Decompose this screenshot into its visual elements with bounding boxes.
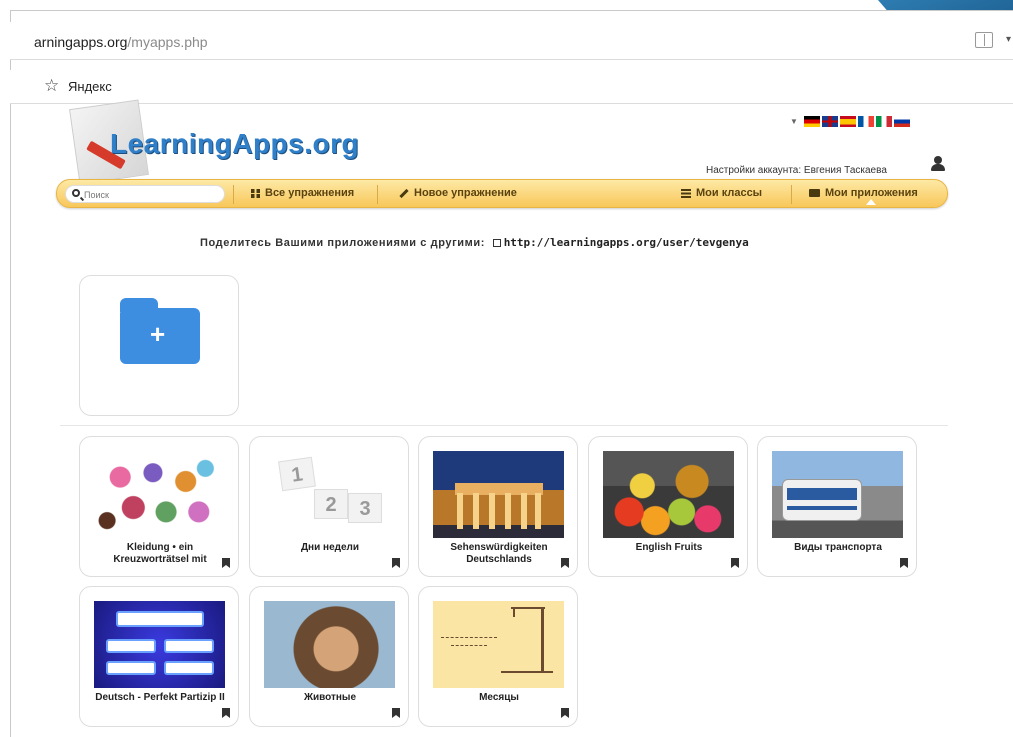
- bookmark-icon[interactable]: [392, 558, 400, 568]
- star-icon[interactable]: ☆: [44, 76, 59, 96]
- bookmark-icon[interactable]: [392, 708, 400, 718]
- nav-divider: [377, 185, 378, 204]
- app-thumbnail: [772, 451, 903, 538]
- share-url-link[interactable]: http://learningapps.org/user/tevgenya: [504, 236, 749, 249]
- bookmark-icon[interactable]: [731, 558, 739, 568]
- address-path: /myapps.php: [127, 34, 208, 50]
- add-folder-icon: +: [120, 298, 200, 364]
- app-thumbnail: [433, 451, 564, 538]
- app-thumbnail: [603, 451, 734, 538]
- search-box[interactable]: [65, 185, 225, 203]
- share-text: Поделитесь Вашими приложениями с другими…: [200, 237, 486, 249]
- number-card: 2: [314, 489, 348, 519]
- flag-de-icon[interactable]: [803, 115, 820, 127]
- nav-divider: [791, 185, 792, 204]
- flag-gb-icon[interactable]: [821, 115, 838, 127]
- nav-divider: [233, 185, 234, 204]
- app-card[interactable]: Виды транспорта: [757, 436, 917, 577]
- active-tab-pointer: [866, 199, 876, 205]
- number-card: 1: [278, 456, 316, 492]
- app-title: Дни недели: [300, 542, 360, 553]
- bookmark-icon[interactable]: [222, 558, 230, 568]
- list-icon: [681, 188, 691, 198]
- share-line: Поделитесь Вашими приложениями с другими…: [200, 236, 749, 249]
- bookmark-yandex[interactable]: Яндекс: [68, 79, 112, 94]
- nav-all-exercises-label: Все упражнения: [265, 187, 355, 199]
- address-url[interactable]: arningapps.org/myapps.php: [34, 34, 208, 50]
- external-link-icon: [492, 239, 501, 247]
- reader-mode-icon[interactable]: [975, 32, 993, 48]
- flag-ru-icon[interactable]: [893, 115, 910, 127]
- bookmarks-bar: ☆ Яндекс: [10, 70, 1013, 104]
- chevron-down-icon[interactable]: ▾: [1006, 34, 1011, 45]
- number-card: 3: [348, 493, 382, 523]
- app-card[interactable]: Месяцы: [418, 586, 578, 727]
- app-title: Животные: [303, 692, 357, 703]
- nav-all-exercises[interactable]: Все упражнения: [251, 187, 354, 199]
- language-selector[interactable]: ▼: [790, 114, 910, 128]
- app-card[interactable]: Kleidung • ein Kreuzworträtsel mit: [79, 436, 239, 577]
- nav-my-classes-label: Мои классы: [696, 187, 763, 199]
- app-title: Виды транспорта: [794, 542, 882, 553]
- nav-my-classes[interactable]: Мои классы: [681, 187, 762, 199]
- nav-new-exercise[interactable]: Новое упражнение: [399, 187, 517, 199]
- section-divider: [60, 425, 948, 426]
- app-card[interactable]: Животные: [249, 586, 409, 727]
- caret-down-icon[interactable]: ▼: [790, 117, 798, 126]
- bookmark-icon[interactable]: [900, 558, 908, 568]
- bookmark-icon[interactable]: [222, 708, 230, 718]
- grid-icon: [251, 188, 260, 198]
- app-thumbnail: [94, 451, 225, 538]
- bookmark-icon[interactable]: [561, 708, 569, 718]
- app-card[interactable]: Sehenswürdigkeiten Deutschlands: [418, 436, 578, 577]
- create-new-app-card[interactable]: +: [79, 275, 239, 416]
- app-card[interactable]: 1 2 3 Дни недели: [249, 436, 409, 577]
- search-icon: [72, 189, 80, 197]
- app-card[interactable]: English Fruits: [588, 436, 748, 577]
- app-thumbnail: [94, 601, 225, 688]
- flag-es-icon[interactable]: [839, 115, 856, 127]
- address-host: arningapps.org: [34, 34, 128, 50]
- account-settings-link[interactable]: Настройки аккаунта: Евгения Таскаева: [706, 165, 887, 176]
- app-title: Sehenswürdigkeiten Deutschlands: [450, 542, 548, 565]
- app-title: Deutsch - Perfekt Partizip II: [95, 692, 225, 703]
- app-title: Месяцы: [479, 692, 519, 703]
- site-logo[interactable]: LearningApps.org: [110, 128, 359, 160]
- app-title: Kleidung • ein Kreuzworträtsel mit: [113, 542, 207, 565]
- nav-my-apps-label: Мои приложения: [825, 187, 918, 199]
- pencil-icon: [399, 188, 409, 198]
- app-card[interactable]: Deutsch - Perfekt Partizip II: [79, 586, 239, 727]
- bookmark-icon[interactable]: [561, 558, 569, 568]
- main-nav: Все упражнения Новое упражнение Мои клас…: [56, 179, 948, 208]
- app-thumbnail: [264, 601, 395, 688]
- user-icon[interactable]: [930, 156, 946, 172]
- address-bar[interactable]: arningapps.org/myapps.php ▾: [10, 22, 1013, 60]
- app-title: English Fruits: [635, 542, 703, 553]
- search-input[interactable]: [84, 188, 219, 202]
- nav-new-exercise-label: Новое упражнение: [414, 187, 517, 199]
- flag-fr-icon[interactable]: [857, 115, 874, 127]
- nav-my-apps[interactable]: Мои приложения: [809, 187, 918, 199]
- flag-it-icon[interactable]: [875, 115, 892, 127]
- app-thumbnail: [433, 601, 564, 688]
- app-thumbnail: 1 2 3: [264, 451, 395, 538]
- folder-icon: [809, 189, 820, 197]
